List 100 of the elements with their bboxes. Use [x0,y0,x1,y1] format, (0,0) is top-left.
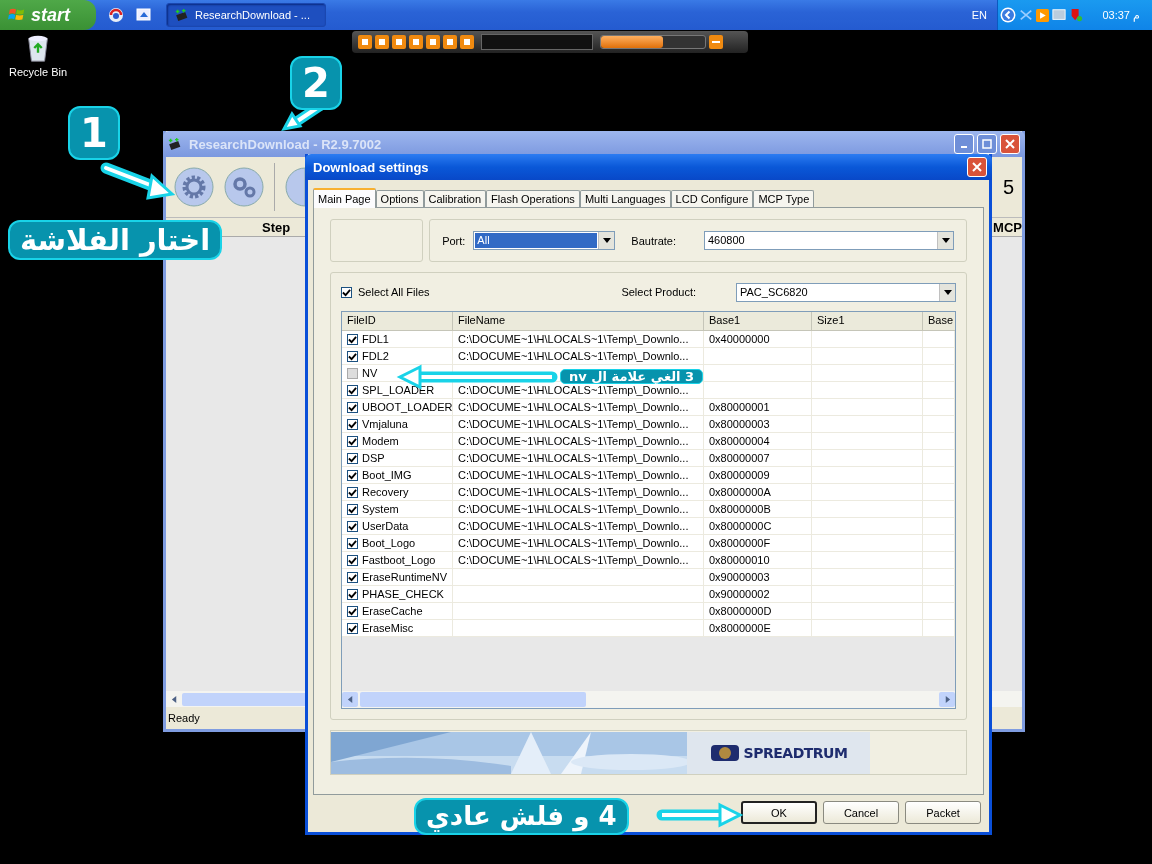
icon-label[interactable]: Recycle Bin [8,66,68,78]
column-header[interactable]: Base1 [704,312,812,330]
checkbox[interactable] [347,384,358,396]
checkbox[interactable] [341,286,352,298]
tab[interactable]: MCP Type [753,190,815,207]
dialog-button[interactable]: Packet [905,801,981,824]
column-header[interactable]: Step [262,219,291,235]
checkbox[interactable] [347,554,358,566]
checkbox[interactable] [347,350,358,362]
browser-icon[interactable] [108,7,124,23]
eject-icon[interactable] [709,35,723,49]
table-cell: Fastboot_Logo [362,554,436,566]
table-cell: EraseMisc [362,622,414,634]
checkbox[interactable] [347,605,358,617]
table-cell: EraseRuntimeNV [362,571,447,583]
maximize-icon [982,139,992,149]
annotation-text: 3 الغي علامة ال nv [560,369,704,384]
table-cell: Recovery [362,486,409,498]
column-header[interactable]: FileName [453,312,704,330]
table-cell: Boot_IMG [362,469,412,481]
scroll-left-button[interactable] [342,692,358,707]
gear-icon [174,167,214,207]
gears-button[interactable] [224,167,264,207]
counter: 5 [1002,175,1014,199]
field-label: Port: [442,234,466,247]
dialog-button[interactable]: OK [741,801,817,824]
scrollbar[interactable] [342,691,955,708]
scroll-right-button[interactable] [939,692,955,707]
tab[interactable]: LCD Configure [670,190,754,207]
dropdown-arrow-icon [941,238,950,243]
table-cell: 0x8000000E [704,620,812,637]
shield-icon[interactable] [1069,8,1083,22]
media-control-icon[interactable] [375,35,389,49]
table-cell: DSP [362,452,385,464]
table-cell: System [362,503,399,515]
tab[interactable]: Multi Languages [579,190,671,207]
close-button[interactable] [967,157,987,177]
settings-button[interactable] [174,167,214,207]
field-label: Select Product: [621,286,696,298]
dialog-button[interactable]: Cancel [823,801,899,824]
chevron-icon[interactable] [1000,7,1016,23]
media-control-icon[interactable] [460,35,474,49]
checkbox[interactable] [347,503,358,515]
checkbox[interactable] [347,486,358,498]
media-icon[interactable] [1036,8,1049,22]
media-control-icon[interactable] [358,35,372,49]
annotation-text: 4 و فلش عادي [414,798,629,835]
checkbox[interactable] [347,418,358,430]
brand-name: SPREADTRUM [743,744,848,761]
column-header[interactable]: Size1 [812,312,923,330]
column-header[interactable]: Base [923,312,955,330]
media-control-icon[interactable] [443,35,457,49]
baudrate-dropdown[interactable]: 460800 [704,231,954,250]
table-cell: Boot_Logo [362,537,416,549]
checkbox[interactable] [347,520,358,532]
product-dropdown[interactable]: PAC_SC6820 [736,282,956,302]
media-control-icon[interactable] [392,35,406,49]
table-cell: PHASE_CHECK [362,588,444,600]
checkbox[interactable] [347,469,358,481]
checkbox[interactable] [347,333,358,345]
taskbar-button[interactable]: ResearchDownload - ... [166,3,326,27]
desktop-icon[interactable] [136,7,152,23]
checkbox[interactable] [347,537,358,549]
port-dropdown[interactable]: All [473,231,616,250]
checkbox[interactable] [347,367,358,379]
checkbox[interactable] [347,452,358,464]
media-control-icon[interactable] [426,35,440,49]
round-icon [285,167,305,207]
close-button[interactable] [1000,134,1020,154]
minimize-button[interactable] [954,134,974,154]
tab[interactable]: Flash Operations [486,190,580,207]
tab[interactable]: Main Page [313,188,376,208]
checkbox[interactable] [347,588,358,600]
checkbox[interactable] [347,622,358,634]
column-header[interactable]: FileID [342,312,453,330]
table-cell: SPL_LOADER [362,384,435,396]
status-text: Ready [168,712,200,724]
media-control-icon[interactable] [409,35,423,49]
minimize-icon [961,146,967,148]
gears-icon [224,167,264,207]
maximize-button[interactable] [977,134,997,154]
right-arrow-icon [943,696,951,703]
column-header[interactable]: MCP [993,219,1022,235]
checkbox[interactable] [347,571,358,583]
language-indicator[interactable]: EN [971,9,987,21]
annotation-text: اختار الفلاشة [8,220,223,261]
annotation-text: 2 [290,56,342,110]
checkbox[interactable] [347,401,358,413]
table-cell: UserData [362,520,409,532]
table-cell: EraseCache [362,605,423,617]
left-arrow-icon [346,696,354,703]
checkbox[interactable] [347,435,358,447]
table-cell: UBOOT_LOADER [362,401,453,413]
window-title: ResearchDownload - R2.9.7002 [189,136,382,152]
dialog-title: Download settings [313,159,429,175]
monitor-icon[interactable] [1052,8,1066,22]
checkbox-label[interactable]: Select All Files [358,286,430,298]
table-cell: Vmjaluna [362,418,408,430]
tab[interactable]: Calibration [423,190,487,207]
tab[interactable]: Options [375,190,424,207]
